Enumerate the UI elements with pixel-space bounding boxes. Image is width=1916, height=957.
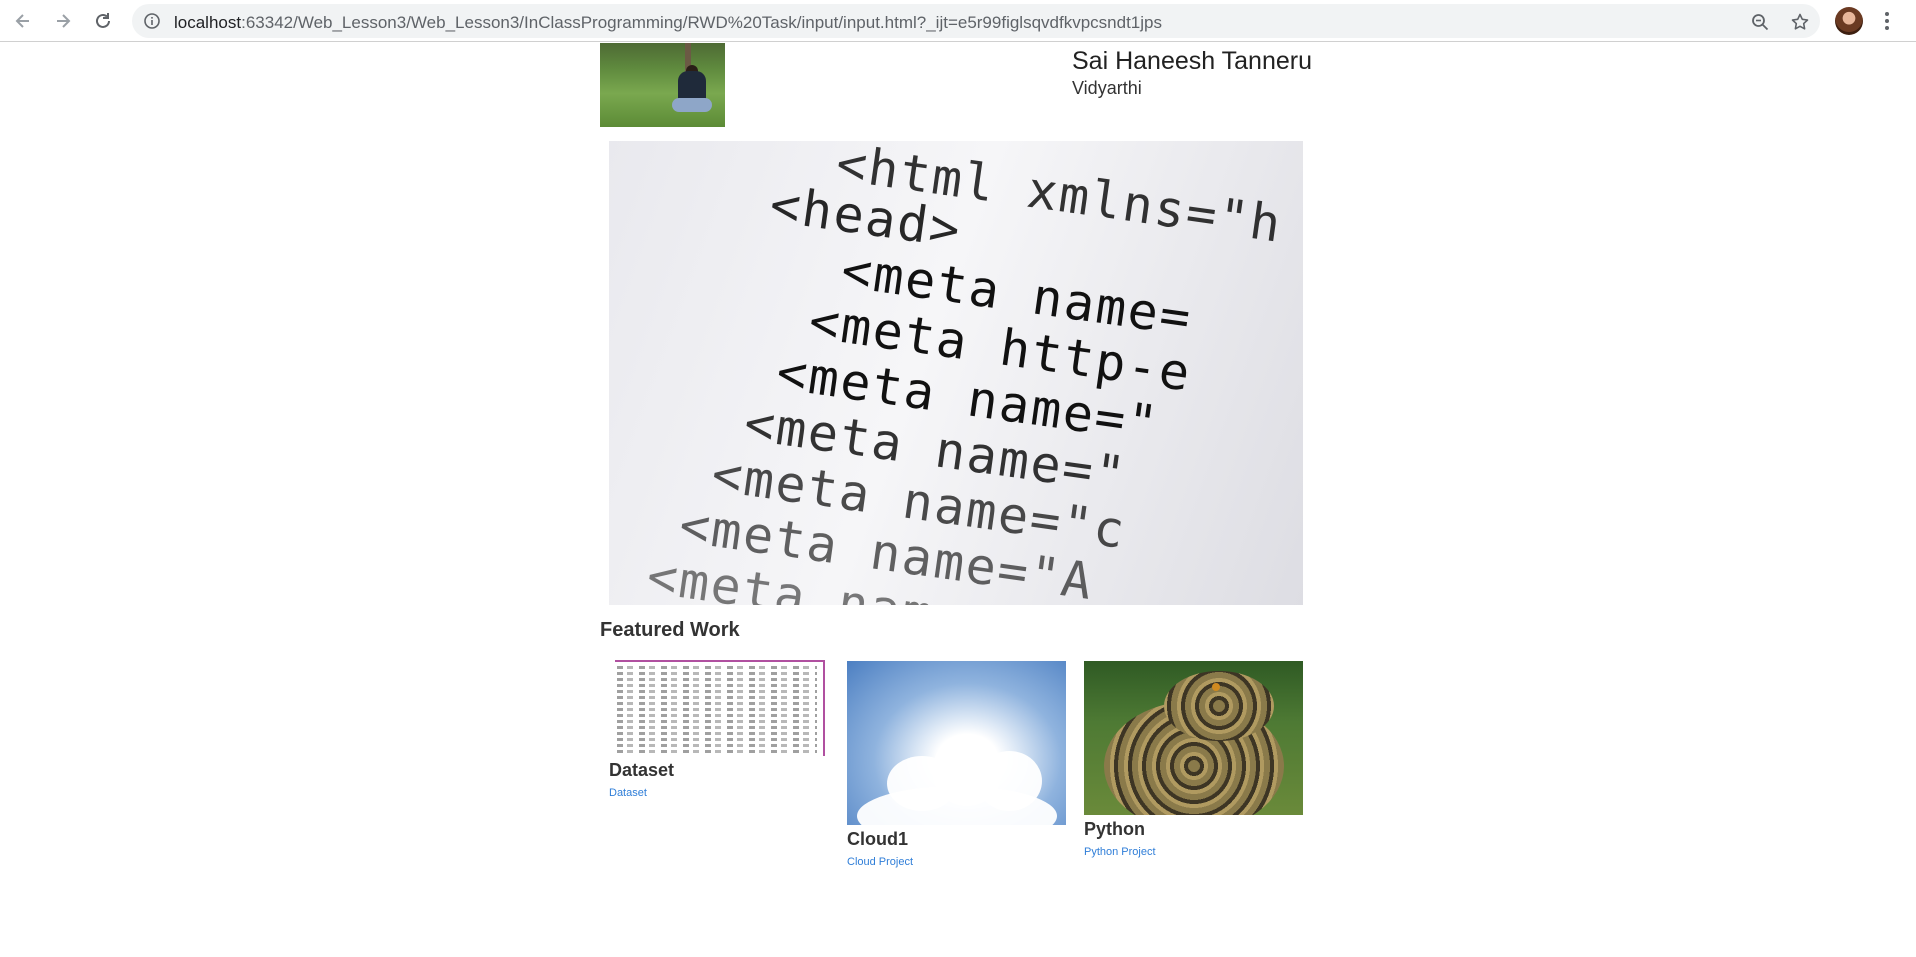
kebab-menu-icon[interactable]	[1880, 9, 1894, 33]
card-link-dataset[interactable]: Dataset	[609, 787, 829, 799]
address-bar[interactable]: localhost:63342/Web_Lesson3/Web_Lesson3/…	[132, 4, 1820, 38]
featured-card-cloud: Cloud1 Cloud Project	[847, 661, 1067, 868]
forward-button[interactable]	[50, 8, 76, 34]
card-title: Cloud1	[847, 829, 908, 849]
dataset-thumbnail	[615, 660, 825, 756]
card-title: Dataset	[609, 760, 675, 780]
card-link-python[interactable]: Python Project	[1084, 846, 1304, 858]
featured-card-python: Python Python Project	[1084, 661, 1304, 858]
reload-button[interactable]	[90, 8, 116, 34]
url-path: :63342/Web_Lesson3/Web_Lesson3/InClassPr…	[241, 13, 1162, 32]
featured-work-heading: Featured Work	[600, 619, 740, 641]
info-icon[interactable]	[144, 13, 160, 34]
profile-role: Vidyarthi	[1072, 78, 1142, 98]
cloud-thumbnail	[847, 661, 1066, 825]
zoom-icon[interactable]	[1750, 12, 1770, 32]
star-icon[interactable]	[1790, 12, 1810, 32]
featured-card-dataset: Dataset Dataset	[609, 660, 829, 799]
reload-icon	[96, 13, 110, 28]
python-thumbnail	[1084, 661, 1303, 815]
card-title: Python	[1084, 819, 1145, 839]
card-link-cloud[interactable]: Cloud Project	[847, 856, 1067, 868]
profile-photo	[600, 43, 725, 127]
arrow-left-icon	[15, 14, 29, 28]
hero-image: <html xmlns="h <head> <meta name= <meta …	[609, 141, 1303, 605]
hero-code-text: <html xmlns="h <head> <meta name= <meta …	[609, 141, 1298, 605]
url-host: localhost	[174, 13, 242, 32]
back-button[interactable]	[10, 8, 36, 34]
avatar[interactable]	[1835, 7, 1863, 35]
url-text[interactable]: localhost:63342/Web_Lesson3/Web_Lesson3/…	[174, 13, 1162, 33]
browser-toolbar: localhost:63342/Web_Lesson3/Web_Lesson3/…	[0, 0, 1916, 42]
profile-name: Sai Haneesh Tanneru	[1072, 47, 1312, 75]
arrow-right-icon	[57, 14, 71, 28]
